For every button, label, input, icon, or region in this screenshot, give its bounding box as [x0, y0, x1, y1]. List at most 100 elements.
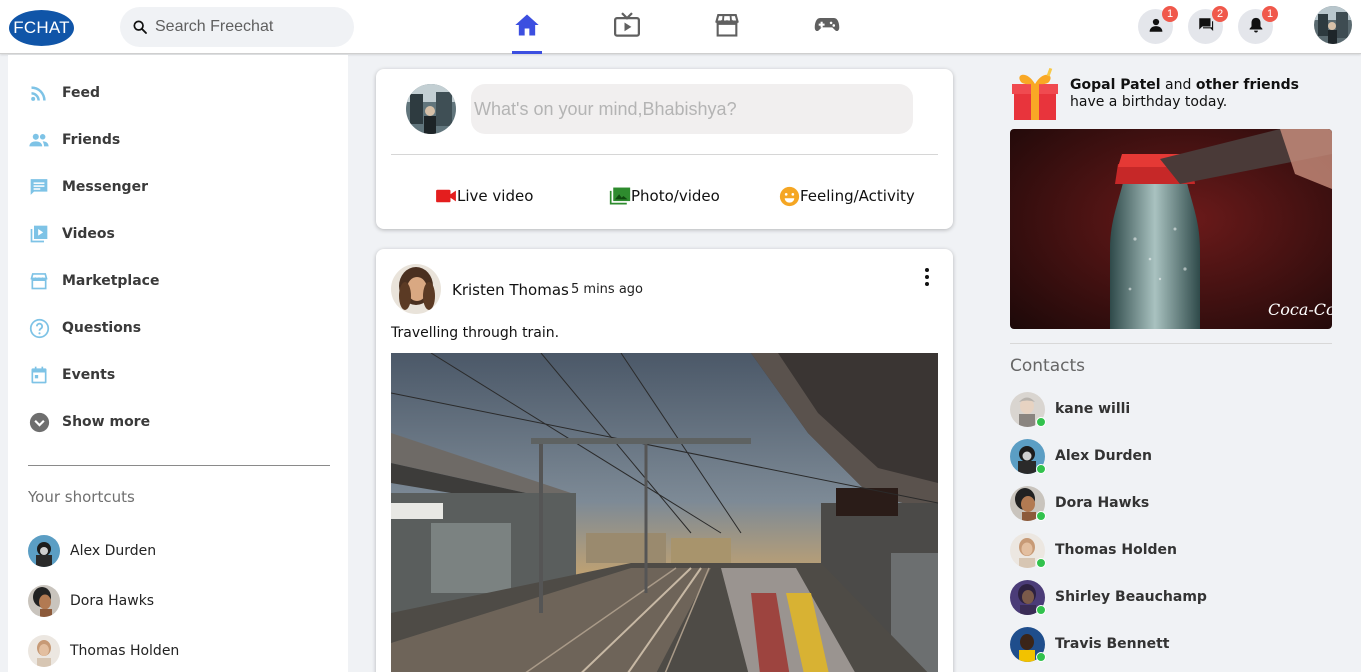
contact-name: Shirley Beauchamp: [1055, 589, 1207, 605]
sidebar-item-feed[interactable]: Feed: [28, 81, 100, 105]
search-icon: [132, 19, 148, 35]
sidebar-item-label: Questions: [62, 320, 142, 336]
bell-icon: [1247, 16, 1265, 38]
contact-name: Thomas Holden: [1055, 542, 1177, 558]
post-author-avatar[interactable]: [391, 264, 441, 314]
more-options-button[interactable]: [921, 267, 933, 287]
shortcut-item[interactable]: Thomas Holden: [28, 634, 179, 668]
fchat-logo[interactable]: FCHAT: [9, 10, 74, 46]
action-label: Photo/video: [631, 187, 720, 205]
contact-name: Alex Durden: [1055, 448, 1153, 464]
avatar: [28, 585, 60, 617]
post-image[interactable]: [391, 353, 938, 672]
notifications-badge: 1: [1262, 6, 1278, 22]
sidebar-item-events[interactable]: Events: [28, 363, 115, 387]
feed-post: Kristen Thomas 5 mins ago Travelling thr…: [376, 249, 953, 672]
nav-marketplace[interactable]: [710, 10, 744, 44]
contact-item[interactable]: Thomas Holden: [1010, 532, 1177, 568]
live-video-button[interactable]: Live video: [435, 185, 533, 207]
birthday-text: Gopal Patel and other friends have a bir…: [1070, 77, 1335, 111]
contact-item[interactable]: kane willi: [1010, 391, 1130, 427]
sidebar-divider: [28, 465, 330, 466]
nav-gaming[interactable]: [810, 10, 844, 44]
avatar: [28, 535, 60, 567]
action-label: Live video: [457, 187, 534, 205]
calendar-icon: [28, 364, 50, 386]
photo-video-button[interactable]: Photo/video: [609, 185, 720, 207]
feeling-activity-button[interactable]: Feeling/Activity: [778, 185, 915, 207]
contacts-heading: Contacts: [1010, 356, 1085, 376]
notifications-button[interactable]: 1: [1238, 6, 1278, 44]
video-library-icon: [28, 223, 50, 245]
sidebar-item-label: Marketplace: [62, 273, 160, 289]
svg-text:Coca-Cola: Coca-Cola: [1268, 300, 1332, 319]
messages-badge: 2: [1212, 6, 1228, 22]
rss-icon: [28, 82, 50, 104]
sidebar-item-label: Friends: [62, 132, 121, 148]
search-input[interactable]: [155, 18, 345, 36]
search-bar[interactable]: [120, 7, 354, 47]
contact-item[interactable]: Dora Hawks: [1010, 485, 1149, 521]
birthday-suffix: have a birthday today.: [1070, 94, 1228, 110]
sidebar-item-questions[interactable]: Questions: [28, 316, 141, 340]
post-caption: Travelling through train.: [391, 325, 560, 341]
online-indicator: [1036, 510, 1046, 521]
online-indicator: [1036, 557, 1046, 568]
online-indicator: [1036, 604, 1046, 615]
contact-avatar-wrapper: [1010, 532, 1046, 568]
sidebar-item-label: Show more: [62, 414, 151, 430]
birthday-person: Gopal Patel: [1070, 77, 1161, 93]
sidebar-item-label: Videos: [62, 226, 115, 242]
sidebar-item-messenger[interactable]: Messenger: [28, 175, 148, 199]
birthday-others: other friends: [1195, 77, 1299, 93]
shortcut-name: Alex Durden: [70, 543, 157, 559]
friend-requests-button[interactable]: 1: [1138, 6, 1178, 44]
shortcut-name: Dora Hawks: [70, 593, 155, 609]
left-sidebar: Feed Friends Messenger Videos Marketplac…: [8, 55, 348, 672]
contact-item[interactable]: Alex Durden: [1010, 438, 1152, 474]
people-icon: [28, 129, 50, 151]
person-icon: [1147, 16, 1165, 38]
sidebar-item-label: Messenger: [62, 179, 148, 195]
sidebar-show-more[interactable]: Show more: [28, 410, 150, 434]
post-composer: What's on your mind,Bhabishya? Live vide…: [376, 69, 953, 229]
contact-name: kane willi: [1055, 401, 1131, 417]
smiley-icon: [778, 185, 800, 207]
chat-icon: [28, 176, 50, 198]
nav-home[interactable]: [510, 10, 544, 44]
birthday-and: and: [1165, 77, 1192, 93]
online-indicator: [1036, 651, 1046, 662]
contact-avatar-wrapper: [1010, 391, 1046, 427]
contact-item[interactable]: Shirley Beauchamp: [1010, 579, 1207, 615]
help-icon: [28, 317, 50, 339]
chat-icon: [1197, 16, 1215, 38]
gift-icon: [1012, 67, 1058, 120]
nav-watch[interactable]: [610, 10, 644, 44]
shortcuts-heading: Your shortcuts: [28, 488, 135, 506]
sidebar-item-marketplace[interactable]: Marketplace: [28, 269, 159, 293]
profile-avatar[interactable]: [1314, 6, 1352, 44]
nav-active-indicator: [512, 51, 542, 54]
store-icon: [713, 11, 741, 43]
birthday-notice[interactable]: Gopal Patel and other friends have a bir…: [1012, 67, 1335, 120]
home-icon: [513, 11, 541, 43]
video-camera-icon: [435, 185, 457, 207]
sidebar-item-videos[interactable]: Videos: [28, 222, 115, 246]
contact-item[interactable]: Travis Bennett: [1010, 626, 1169, 662]
expand-more-icon: [28, 411, 50, 433]
action-label: Feeling/Activity: [800, 187, 915, 205]
contact-name: Travis Bennett: [1055, 636, 1170, 652]
post-author-name[interactable]: Kristen Thomas: [452, 281, 569, 299]
messages-button[interactable]: 2: [1188, 6, 1228, 44]
shortcut-item[interactable]: Dora Hawks: [28, 584, 154, 618]
shortcut-name: Thomas Holden: [70, 643, 180, 659]
contact-avatar-wrapper: [1010, 579, 1046, 615]
sidebar-item-friends[interactable]: Friends: [28, 128, 120, 152]
shortcut-item[interactable]: Alex Durden: [28, 534, 156, 568]
sidebar-item-label: Feed: [62, 85, 101, 101]
top-navbar: FCHAT 1 2: [0, 0, 1361, 54]
online-indicator: [1036, 416, 1046, 427]
sponsored-ad-image[interactable]: Coca-Cola: [1010, 129, 1332, 329]
status-input[interactable]: What's on your mind,Bhabishya?: [471, 84, 913, 134]
store-icon: [28, 270, 50, 292]
